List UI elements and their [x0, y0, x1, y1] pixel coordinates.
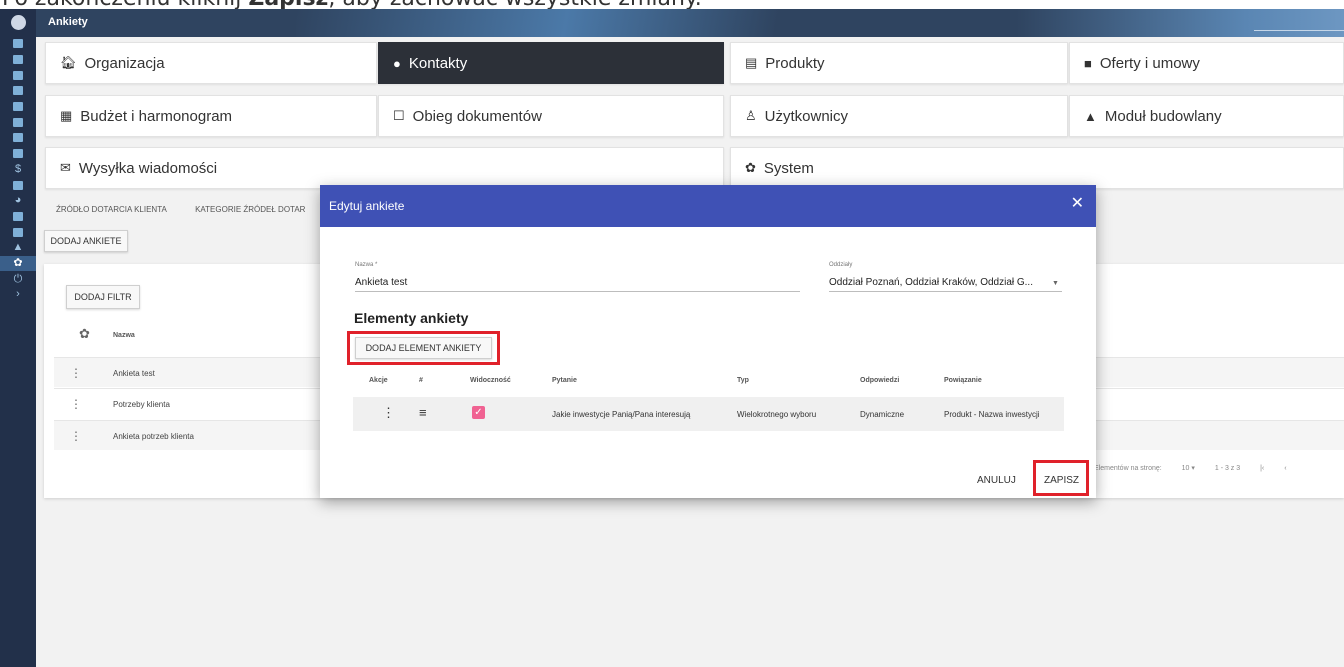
store-icon[interactable] [0, 99, 36, 115]
app-logo-icon[interactable] [0, 9, 36, 36]
add-element-button[interactable]: DODAJ ELEMENT ANKIETY [355, 337, 492, 359]
dollar-icon[interactable]: $ [0, 162, 36, 178]
tile-oferty[interactable]: ■ Oferty i umowy [1069, 42, 1344, 84]
save-button[interactable]: ZAPISZ [1044, 475, 1079, 486]
users-icon[interactable] [0, 67, 36, 83]
person-icon: ● [393, 55, 401, 71]
dialog-title: Edytuj ankiete [329, 199, 405, 213]
sub-tabs: ŹRÓDŁO DOTARCIA KLIENTA KATEGORIE ŹRÓDEŁ… [56, 205, 331, 214]
folder-icon: ■ [1084, 55, 1092, 71]
tile-modul[interactable]: ▲ Moduł budowlany [1069, 95, 1344, 137]
page-size-select[interactable]: 10 ▾ [1182, 465, 1195, 472]
chevron-down-icon[interactable]: ▼ [1052, 280, 1059, 287]
briefcase-icon[interactable] [0, 114, 36, 130]
add-survey-button[interactable]: DODAJ ANKIETE [44, 230, 128, 252]
tile-obieg[interactable]: ☐ Obieg dokumentów [378, 95, 724, 137]
row-menu-icon[interactable]: ⋮ [382, 405, 395, 421]
monitor-icon: ☐ [393, 108, 405, 123]
user-outline-icon: ♙ [745, 108, 757, 123]
calendar-icon[interactable] [0, 52, 36, 68]
warning-icon: ▲ [1084, 108, 1097, 124]
row-menu-icon[interactable]: ⋮ [70, 429, 82, 443]
tile-uzytkownicy[interactable]: ♙ Użytkownicy [730, 95, 1068, 137]
folder-icon[interactable] [0, 130, 36, 146]
dialog-header: Edytuj ankiete ✕ [320, 185, 1096, 227]
paginator: Elementów na stronę: 10 ▾ 1 - 3 z 3 |‹ ‹ [1094, 465, 1287, 472]
column-header-name[interactable]: Nazwa [113, 332, 135, 339]
first-page-button[interactable]: |‹ [1260, 465, 1264, 472]
edit-survey-dialog: Edytuj ankiete ✕ Nazwa * Ankieta test Od… [320, 185, 1096, 498]
tile-wysylka[interactable]: ✉ Wysyłka wiadomości [45, 147, 724, 189]
envelope-icon: ✉ [60, 160, 71, 175]
name-field[interactable]: Ankieta test [355, 277, 407, 288]
visibility-checkbox[interactable]: ✓ [472, 406, 485, 419]
drag-handle-icon[interactable]: ≡ [419, 405, 427, 420]
tile-system[interactable]: ✿ System [730, 147, 1344, 189]
gear-icon: ✿ [745, 160, 756, 175]
add-filter-button[interactable]: DODAJ FILTR [66, 285, 140, 309]
tile-budzet[interactable]: ▦ Budżet i harmonogram [45, 95, 377, 137]
cancel-button[interactable]: ANULUJ [977, 475, 1016, 486]
bar-chart-icon[interactable] [0, 209, 36, 225]
power-icon[interactable]: ⏻ [0, 271, 36, 287]
tile-organizacja[interactable]: 🏠︎ Organizacja [45, 42, 377, 84]
pie-chart-icon[interactable]: ◕ [0, 193, 36, 209]
column-settings-gear-icon[interactable]: ✿ [79, 326, 90, 342]
store-icon: ▤ [745, 55, 758, 70]
gear-icon[interactable]: ✿ [0, 255, 36, 272]
building-icon[interactable] [0, 83, 36, 99]
warning-icon[interactable]: ▲ [0, 240, 36, 256]
monitor-icon[interactable] [0, 146, 36, 162]
row-menu-icon[interactable]: ⋮ [70, 366, 82, 380]
tab-kategorie-zrodel[interactable]: KATEGORIE ŹRÓDEŁ DOTAR [195, 205, 305, 214]
row-menu-icon[interactable]: ⋮ [70, 397, 82, 411]
home-icon: 🏠︎ [60, 55, 77, 70]
close-icon[interactable]: ✕ [1071, 196, 1084, 212]
building-icon: ▦ [60, 108, 73, 123]
branches-select[interactable]: Oddział Poznań, Oddział Kraków, Oddział … [829, 277, 1033, 288]
page-title: Ankiety [48, 16, 88, 28]
card-icon[interactable] [0, 224, 36, 240]
chevron-right-icon[interactable]: › [0, 287, 36, 303]
name-field-label: Nazwa * [355, 262, 378, 268]
tile-kontakty[interactable]: ● Kontakty [378, 42, 724, 84]
sidebar: $ ◕ ▲ ✿ ⏻ › [0, 9, 36, 667]
prev-page-button[interactable]: ‹ [1284, 465, 1286, 472]
top-header: Ankiety [36, 9, 1344, 37]
table-row[interactable]: ⋮ ≡ ✓ Jakie inwestycje Panią/Pana intere… [353, 397, 1064, 431]
dashboard-icon[interactable] [0, 36, 36, 52]
section-title: Elementy ankiety [354, 310, 469, 326]
branches-field-label: Oddziały [829, 262, 853, 268]
document-icon[interactable] [0, 177, 36, 193]
tab-zrodlo-dotarcia[interactable]: ŹRÓDŁO DOTARCIA KLIENTA [56, 205, 167, 214]
tile-produkty[interactable]: ▤ Produkty [730, 42, 1068, 84]
